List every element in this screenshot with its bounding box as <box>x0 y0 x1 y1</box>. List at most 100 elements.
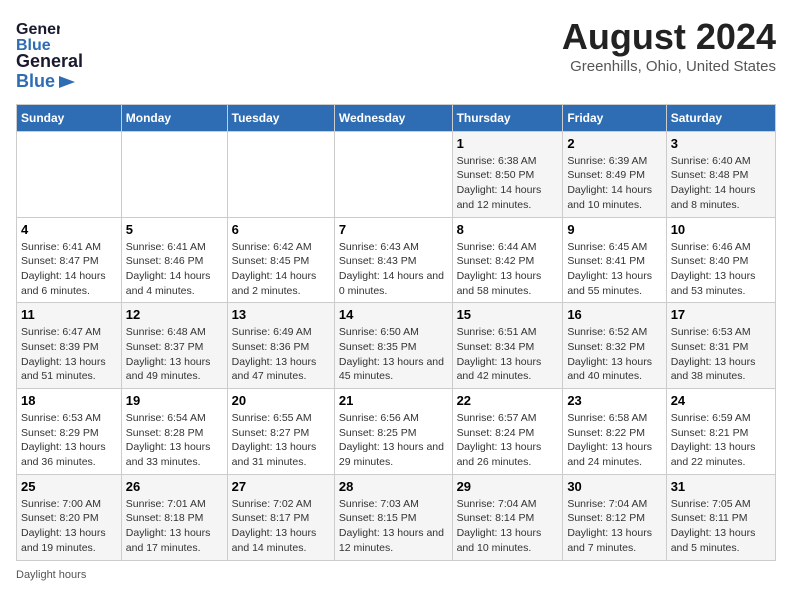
day-info: Sunrise: 6:40 AMSunset: 8:48 PMDaylight:… <box>671 154 771 213</box>
day-number: 15 <box>457 307 559 322</box>
day-number: 31 <box>671 479 771 494</box>
calendar-day-cell: 6 Sunrise: 6:42 AMSunset: 8:45 PMDaylight… <box>227 217 334 303</box>
calendar-day-cell: 13 Sunrise: 6:49 AMSunset: 8:36 PMDayligh… <box>227 303 334 389</box>
day-info: Sunrise: 7:04 AMSunset: 8:12 PMDaylight:… <box>567 497 661 556</box>
calendar-week-row: 18 Sunrise: 6:53 AMSunset: 8:29 PMDayligh… <box>17 389 776 475</box>
day-info: Sunrise: 6:58 AMSunset: 8:22 PMDaylight:… <box>567 411 661 470</box>
calendar-day-cell: 3 Sunrise: 6:40 AMSunset: 8:48 PMDaylight… <box>666 131 775 217</box>
calendar-day-cell: 22 Sunrise: 6:57 AMSunset: 8:24 PMDayligh… <box>452 389 563 475</box>
calendar-day-cell: 9Sunrise: 6:45 AMSunset: 8:41 PMDaylight… <box>563 217 666 303</box>
day-info: Sunrise: 6:42 AMSunset: 8:45 PMDaylight:… <box>232 240 330 299</box>
calendar-day-cell: 12 Sunrise: 6:48 AMSunset: 8:37 PMDayligh… <box>121 303 227 389</box>
calendar-day-cell: 29 Sunrise: 7:04 AMSunset: 8:14 PMDayligh… <box>452 474 563 560</box>
day-number: 19 <box>126 393 223 408</box>
day-info: Sunrise: 6:46 AMSunset: 8:40 PMDaylight:… <box>671 240 771 299</box>
day-info: Sunrise: 6:53 AMSunset: 8:31 PMDaylight:… <box>671 325 771 384</box>
day-number: 5 <box>126 222 223 237</box>
calendar-day-cell: 27 Sunrise: 7:02 AMSunset: 8:17 PMDayligh… <box>227 474 334 560</box>
calendar-day-cell: 7Sunrise: 6:43 AMSunset: 8:43 PMDaylight… <box>334 217 452 303</box>
day-info: Sunrise: 6:38 AMSunset: 8:50 PMDaylight:… <box>457 154 559 213</box>
day-info: Sunrise: 6:41 AMSunset: 8:46 PMDaylight:… <box>126 240 223 299</box>
day-number: 13 <box>232 307 330 322</box>
calendar-day-cell: 16 Sunrise: 6:52 AMSunset: 8:32 PMDayligh… <box>563 303 666 389</box>
svg-text:General: General <box>16 21 60 38</box>
calendar-day-cell <box>334 131 452 217</box>
calendar-body: 1Sunrise: 6:38 AMSunset: 8:50 PMDaylight… <box>17 131 776 560</box>
footer: Daylight hours <box>16 569 776 581</box>
calendar-week-row: 11Sunrise: 6:47 AMSunset: 8:39 PMDayligh… <box>17 303 776 389</box>
day-info: Sunrise: 7:05 AMSunset: 8:11 PMDaylight:… <box>671 497 771 556</box>
calendar-subtitle: Greenhills, Ohio, United States <box>562 58 776 75</box>
svg-text:Blue: Blue <box>16 37 51 52</box>
calendar-week-row: 25 Sunrise: 7:00 AMSunset: 8:20 PMDayligh… <box>17 474 776 560</box>
calendar-day-cell: 28Sunrise: 7:03 AMSunset: 8:15 PMDayligh… <box>334 474 452 560</box>
day-number: 20 <box>232 393 330 408</box>
calendar-day-cell: 20 Sunrise: 6:55 AMSunset: 8:27 PMDayligh… <box>227 389 334 475</box>
calendar-day-cell: 4 Sunrise: 6:41 AMSunset: 8:47 PMDaylight… <box>17 217 122 303</box>
calendar-day-cell: 5 Sunrise: 6:41 AMSunset: 8:46 PMDaylight… <box>121 217 227 303</box>
day-number: 6 <box>232 222 330 237</box>
day-number: 11 <box>21 307 117 322</box>
day-info: Sunrise: 6:45 AMSunset: 8:41 PMDaylight:… <box>567 240 661 299</box>
logo-icon: General Blue <box>16 16 60 52</box>
day-info: Sunrise: 7:02 AMSunset: 8:17 PMDaylight:… <box>232 497 330 556</box>
weekday-header-cell: Friday <box>563 104 666 131</box>
day-info: Sunrise: 7:00 AMSunset: 8:20 PMDaylight:… <box>21 497 117 556</box>
calendar-day-cell: 30Sunrise: 7:04 AMSunset: 8:12 PMDayligh… <box>563 474 666 560</box>
day-info: Sunrise: 7:04 AMSunset: 8:14 PMDaylight:… <box>457 497 559 556</box>
logo: General Blue General Blue <box>16 16 83 92</box>
weekday-header-cell: Saturday <box>666 104 775 131</box>
day-number: 3 <box>671 136 771 151</box>
calendar-day-cell: 2 Sunrise: 6:39 AMSunset: 8:49 PMDaylight… <box>563 131 666 217</box>
calendar-day-cell: 24 Sunrise: 6:59 AMSunset: 8:21 PMDayligh… <box>666 389 775 475</box>
calendar-table: SundayMondayTuesdayWednesdayThursdayFrid… <box>16 104 776 561</box>
calendar-week-row: 4 Sunrise: 6:41 AMSunset: 8:47 PMDaylight… <box>17 217 776 303</box>
calendar-day-cell: 18 Sunrise: 6:53 AMSunset: 8:29 PMDayligh… <box>17 389 122 475</box>
calendar-day-cell: 31 Sunrise: 7:05 AMSunset: 8:11 PMDayligh… <box>666 474 775 560</box>
calendar-day-cell: 11Sunrise: 6:47 AMSunset: 8:39 PMDayligh… <box>17 303 122 389</box>
day-info: Sunrise: 6:56 AMSunset: 8:25 PMDaylight:… <box>339 411 448 470</box>
calendar-day-cell: 14Sunrise: 6:50 AMSunset: 8:35 PMDayligh… <box>334 303 452 389</box>
day-info: Sunrise: 6:52 AMSunset: 8:32 PMDaylight:… <box>567 325 661 384</box>
day-number: 4 <box>21 222 117 237</box>
calendar-title: August 2024 <box>562 16 776 58</box>
day-info: Sunrise: 6:59 AMSunset: 8:21 PMDaylight:… <box>671 411 771 470</box>
day-number: 7 <box>339 222 448 237</box>
day-number: 2 <box>567 136 661 151</box>
day-number: 12 <box>126 307 223 322</box>
day-info: Sunrise: 6:57 AMSunset: 8:24 PMDaylight:… <box>457 411 559 470</box>
day-number: 14 <box>339 307 448 322</box>
day-info: Sunrise: 6:49 AMSunset: 8:36 PMDaylight:… <box>232 325 330 384</box>
calendar-day-cell <box>121 131 227 217</box>
calendar-day-cell: 25 Sunrise: 7:00 AMSunset: 8:20 PMDayligh… <box>17 474 122 560</box>
day-info: Sunrise: 6:48 AMSunset: 8:37 PMDaylight:… <box>126 325 223 384</box>
title-area: August 2024 Greenhills, Ohio, United Sta… <box>562 16 776 75</box>
day-number: 17 <box>671 307 771 322</box>
day-number: 29 <box>457 479 559 494</box>
day-info: Sunrise: 6:55 AMSunset: 8:27 PMDaylight:… <box>232 411 330 470</box>
weekday-header-cell: Monday <box>121 104 227 131</box>
day-info: Sunrise: 6:44 AMSunset: 8:42 PMDaylight:… <box>457 240 559 299</box>
calendar-week-row: 1Sunrise: 6:38 AMSunset: 8:50 PMDaylight… <box>17 131 776 217</box>
day-number: 27 <box>232 479 330 494</box>
logo-triangle-icon <box>57 72 77 92</box>
day-number: 10 <box>671 222 771 237</box>
day-number: 22 <box>457 393 559 408</box>
calendar-day-cell: 10 Sunrise: 6:46 AMSunset: 8:40 PMDayligh… <box>666 217 775 303</box>
calendar-day-cell: 21 Sunrise: 6:56 AMSunset: 8:25 PMDayligh… <box>334 389 452 475</box>
day-info: Sunrise: 6:54 AMSunset: 8:28 PMDaylight:… <box>126 411 223 470</box>
page-header: General Blue General Blue August 2024 Gr… <box>16 16 776 92</box>
calendar-day-cell: 1Sunrise: 6:38 AMSunset: 8:50 PMDaylight… <box>452 131 563 217</box>
day-number: 24 <box>671 393 771 408</box>
day-number: 21 <box>339 393 448 408</box>
weekday-header-cell: Tuesday <box>227 104 334 131</box>
day-info: Sunrise: 6:51 AMSunset: 8:34 PMDaylight:… <box>457 325 559 384</box>
calendar-day-cell: 26Sunrise: 7:01 AMSunset: 8:18 PMDayligh… <box>121 474 227 560</box>
day-info: Sunrise: 6:41 AMSunset: 8:47 PMDaylight:… <box>21 240 117 299</box>
day-number: 18 <box>21 393 117 408</box>
day-info: Sunrise: 6:53 AMSunset: 8:29 PMDaylight:… <box>21 411 117 470</box>
day-info: Sunrise: 6:39 AMSunset: 8:49 PMDaylight:… <box>567 154 661 213</box>
weekday-header-cell: Sunday <box>17 104 122 131</box>
day-number: 25 <box>21 479 117 494</box>
day-number: 16 <box>567 307 661 322</box>
